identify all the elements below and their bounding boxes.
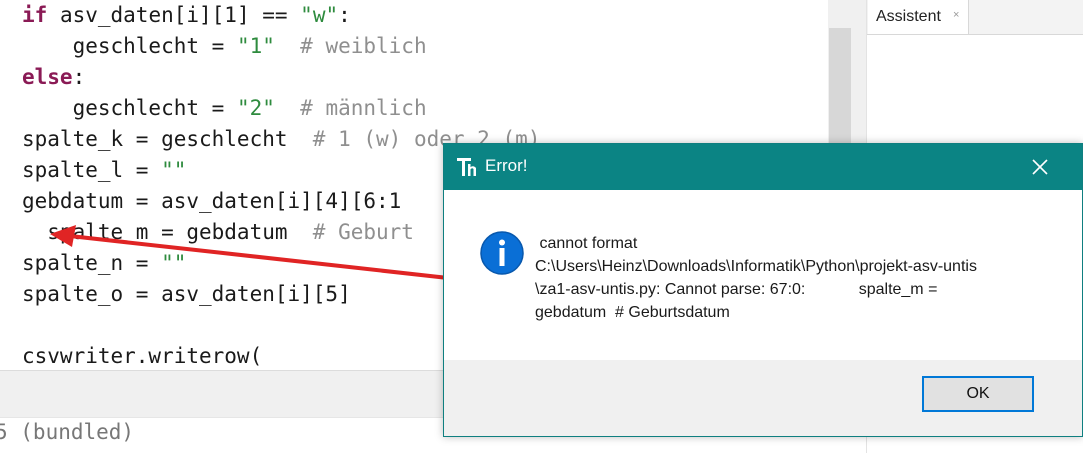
code-line[interactable]: geschlecht = "2" # männlich: [22, 93, 540, 124]
tab-assistant[interactable]: Assistent ×: [868, 0, 969, 34]
code-token: csvwriter.writerow(: [22, 344, 263, 368]
ok-button[interactable]: OK: [922, 376, 1034, 412]
status-text: 5 (bundled): [0, 420, 135, 444]
message-line: cannot format: [535, 235, 638, 252]
code-token: if: [22, 3, 48, 27]
tab-assistant-label: Assistent: [876, 8, 941, 25]
code-token: # weiblich: [274, 34, 427, 58]
info-icon: [480, 231, 524, 275]
code-token: "": [161, 158, 187, 182]
close-icon[interactable]: [1030, 157, 1050, 177]
code-token: "1": [236, 34, 275, 58]
dialog-title: Error!: [485, 156, 528, 175]
code-token: asv_daten[i][1] ==: [47, 3, 301, 27]
code-token: spalte_k = geschlecht: [22, 127, 313, 151]
error-message: cannot format C:\Users\Heinz\Downloads\I…: [535, 232, 1055, 324]
code-token: "": [161, 251, 187, 275]
code-token: spalte_m = gebdatum: [22, 220, 313, 244]
code-token: spalte_o = asv_daten[i][5]: [22, 282, 351, 306]
dialog-title-bar[interactable]: Error!: [444, 144, 1082, 190]
code-token: :: [338, 3, 351, 27]
message-line: \za1-asv-untis.py: Cannot parse: 67:0: s…: [535, 281, 938, 298]
code-token: geschlecht =: [22, 34, 237, 58]
code-token: # männlich: [274, 96, 427, 120]
code-token: "w": [300, 3, 339, 27]
assistant-tab-bar: Assistent ×: [867, 0, 1083, 35]
error-dialog: Error! cannot format C:\Users\Heinz\Down…: [443, 143, 1083, 437]
message-line: gebdatum # Geburtsdatum: [535, 304, 730, 321]
code-token: geschlecht =: [22, 96, 237, 120]
code-token: :: [72, 65, 86, 89]
code-token: "2": [236, 96, 275, 120]
code-line[interactable]: geschlecht = "1" # weiblich: [22, 31, 540, 62]
code-token: spalte_l =: [22, 158, 162, 182]
thonny-icon: [457, 158, 476, 176]
code-token: gebdatum = asv_daten[i][4][6:1: [22, 189, 402, 213]
dialog-footer: OK: [444, 360, 1082, 436]
tab-close-icon[interactable]: ×: [953, 9, 959, 21]
code-line[interactable]: if asv_daten[i][1] == "w":: [22, 0, 540, 31]
code-line[interactable]: else:: [22, 62, 540, 93]
code-token: else: [22, 65, 73, 89]
code-token: spalte_n =: [22, 251, 162, 275]
dialog-body: cannot format C:\Users\Heinz\Downloads\I…: [444, 190, 1082, 360]
message-line: C:\Users\Heinz\Downloads\Informatik\Pyth…: [535, 258, 977, 275]
code-token: # Geburt: [312, 220, 414, 244]
